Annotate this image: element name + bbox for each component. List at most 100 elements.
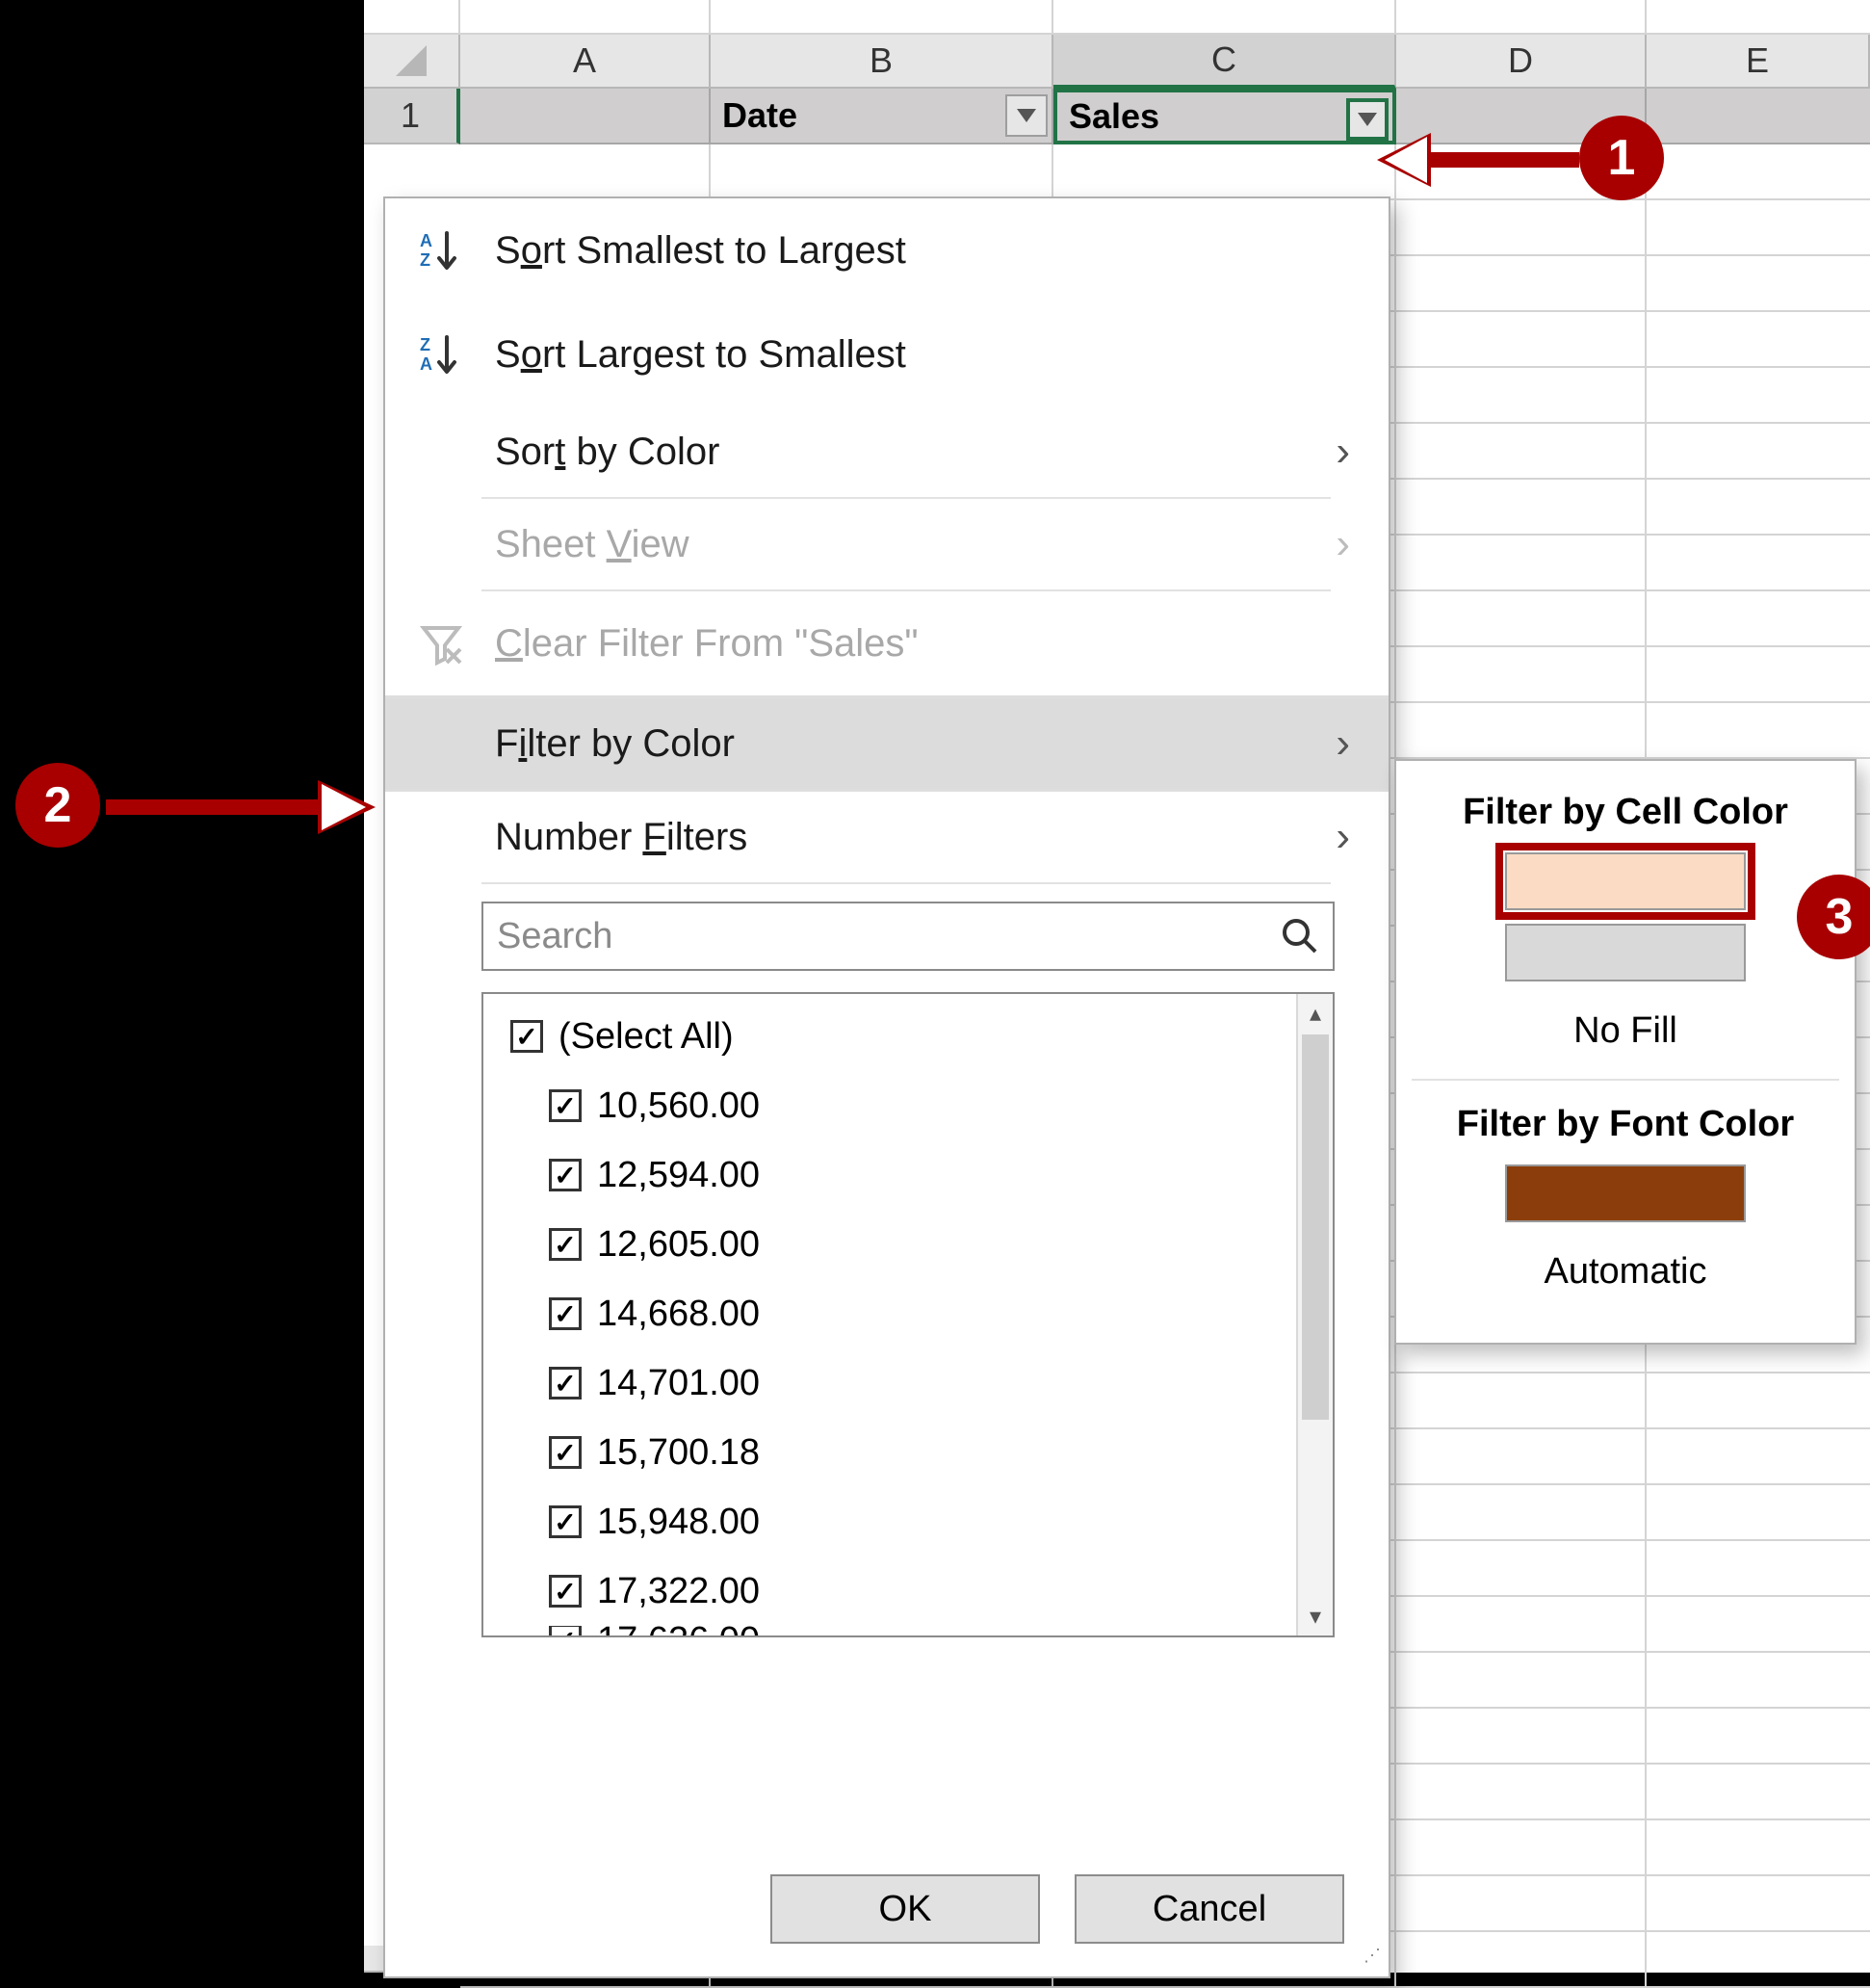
cancel-button[interactable]: Cancel <box>1075 1874 1344 1944</box>
cell-empty[interactable] <box>1396 1932 1647 1988</box>
cell-empty[interactable] <box>1647 1820 1870 1876</box>
cell-empty[interactable] <box>1396 200 1647 256</box>
cell-color-swatch-1[interactable] <box>1505 852 1746 910</box>
search-icon <box>1267 917 1333 955</box>
resize-grip-icon[interactable]: ⋰ <box>1364 1951 1383 1971</box>
cell-empty[interactable] <box>1647 1541 1870 1597</box>
cell-empty[interactable] <box>1396 647 1647 703</box>
col-C[interactable]: C <box>1053 35 1396 89</box>
cell-empty[interactable] <box>1647 200 1870 256</box>
font-color-swatch-1[interactable] <box>1505 1164 1746 1222</box>
checkbox-icon[interactable]: ✓ <box>549 1626 582 1637</box>
select-all[interactable]: ✓(Select All) <box>510 1002 1333 1071</box>
filter-value-cut[interactable]: ✓17,626.00 <box>510 1626 1333 1637</box>
cell-empty[interactable] <box>1647 591 1870 647</box>
cell-empty[interactable] <box>1647 1597 1870 1653</box>
filter-value[interactable]: ✓15,700.18 <box>510 1418 1333 1487</box>
cell-empty[interactable] <box>1396 1485 1647 1541</box>
cell-empty[interactable] <box>1396 1876 1647 1932</box>
cell-empty[interactable] <box>1396 256 1647 312</box>
cell-empty[interactable] <box>1396 312 1647 368</box>
automatic-option[interactable]: Automatic <box>1396 1236 1855 1316</box>
cell-empty[interactable] <box>1647 1876 1870 1932</box>
checkbox-icon[interactable]: ✓ <box>549 1089 582 1122</box>
cell-empty[interactable] <box>1647 424 1870 480</box>
cell-empty[interactable] <box>1647 1765 1870 1820</box>
cell-empty[interactable] <box>1647 144 1870 200</box>
filter-button-date[interactable] <box>1005 94 1048 137</box>
cell-empty[interactable] <box>1647 1485 1870 1541</box>
cell-empty[interactable] <box>1396 536 1647 591</box>
cell-empty[interactable] <box>1396 1541 1647 1597</box>
header-date: Date <box>722 95 797 136</box>
checkbox-icon[interactable]: ✓ <box>510 1020 543 1053</box>
cell-empty[interactable] <box>711 144 1053 200</box>
sort-by-color[interactable]: Sort by Color › <box>385 406 1389 497</box>
no-fill-option[interactable]: No Fill <box>1396 995 1855 1075</box>
checkbox-icon[interactable]: ✓ <box>549 1436 582 1469</box>
cell-B1[interactable]: Date <box>711 89 1053 144</box>
cell-empty[interactable] <box>1647 536 1870 591</box>
scroll-up-icon[interactable]: ▴ <box>1298 994 1333 1033</box>
select-all-corner[interactable] <box>364 35 460 89</box>
cell-color-swatch-2[interactable] <box>1505 924 1746 981</box>
cell-empty[interactable] <box>1647 1373 1870 1429</box>
sort-ascending[interactable]: A Z Sort Smallest to Largest <box>385 198 1389 302</box>
number-filters[interactable]: Number Filters › <box>385 792 1389 882</box>
row-1[interactable]: 1 <box>364 89 460 144</box>
col-A[interactable]: A <box>460 35 711 89</box>
filter-value[interactable]: ✓12,605.00 <box>510 1210 1333 1279</box>
cell-empty[interactable] <box>1647 647 1870 703</box>
cell-empty[interactable] <box>1396 1653 1647 1709</box>
cell-empty[interactable] <box>1396 1820 1647 1876</box>
cell-empty[interactable] <box>1053 144 1396 200</box>
checkbox-icon[interactable]: ✓ <box>549 1367 582 1399</box>
cell-empty[interactable] <box>1396 591 1647 647</box>
checkbox-icon[interactable]: ✓ <box>549 1228 582 1261</box>
filter-value[interactable]: ✓15,948.00 <box>510 1487 1333 1556</box>
cell-empty[interactable] <box>1396 368 1647 424</box>
cell-empty[interactable] <box>1396 1765 1647 1820</box>
checkbox-icon[interactable]: ✓ <box>549 1297 582 1330</box>
filter-value[interactable]: ✓17,322.00 <box>510 1556 1333 1626</box>
cell-empty[interactable] <box>1647 1429 1870 1485</box>
filter-value[interactable]: ✓10,560.00 <box>510 1071 1333 1140</box>
ok-button[interactable]: OK <box>770 1874 1040 1944</box>
col-E[interactable]: E <box>1647 35 1870 89</box>
cell-E1[interactable] <box>1647 89 1870 144</box>
cell-empty[interactable] <box>1647 1653 1870 1709</box>
cell-empty[interactable] <box>1647 1932 1870 1988</box>
clear-filter: Clear Filter From "Sales" <box>385 591 1389 695</box>
col-B[interactable]: B <box>711 35 1053 89</box>
cell-empty[interactable] <box>1647 256 1870 312</box>
checkbox-icon[interactable]: ✓ <box>549 1505 582 1538</box>
cell-A1[interactable] <box>460 89 711 144</box>
cell-empty[interactable] <box>1396 1429 1647 1485</box>
cell-empty[interactable] <box>1647 480 1870 536</box>
filter-by-color[interactable]: Filter by Color › <box>385 698 1389 789</box>
filter-value[interactable]: ✓12,594.00 <box>510 1140 1333 1210</box>
scroll-thumb[interactable] <box>1302 1034 1329 1420</box>
chevron-right-icon: › <box>1336 813 1350 861</box>
cell-C1[interactable]: Sales <box>1053 89 1396 144</box>
search-input[interactable]: Search <box>481 902 1335 971</box>
scroll-down-icon[interactable]: ▾ <box>1298 1597 1333 1635</box>
sort-descending[interactable]: Z A Sort Largest to Smallest <box>385 302 1389 406</box>
cell-empty[interactable] <box>1396 424 1647 480</box>
cell-empty[interactable] <box>460 144 711 200</box>
cell-empty[interactable] <box>1396 1373 1647 1429</box>
cell-empty[interactable] <box>1396 703 1647 759</box>
cell-empty[interactable] <box>1396 1709 1647 1765</box>
cell-empty[interactable] <box>1396 1597 1647 1653</box>
cell-empty[interactable] <box>1396 480 1647 536</box>
col-D[interactable]: D <box>1396 35 1647 89</box>
cell-empty[interactable] <box>1647 703 1870 759</box>
cell-empty[interactable] <box>1647 1709 1870 1765</box>
filter-value[interactable]: ✓14,668.00 <box>510 1279 1333 1348</box>
filter-value[interactable]: ✓14,701.00 <box>510 1348 1333 1418</box>
cell-empty[interactable] <box>1647 312 1870 368</box>
scrollbar[interactable]: ▴ ▾ <box>1296 994 1333 1635</box>
checkbox-icon[interactable]: ✓ <box>549 1575 582 1608</box>
cell-empty[interactable] <box>1647 368 1870 424</box>
checkbox-icon[interactable]: ✓ <box>549 1159 582 1191</box>
